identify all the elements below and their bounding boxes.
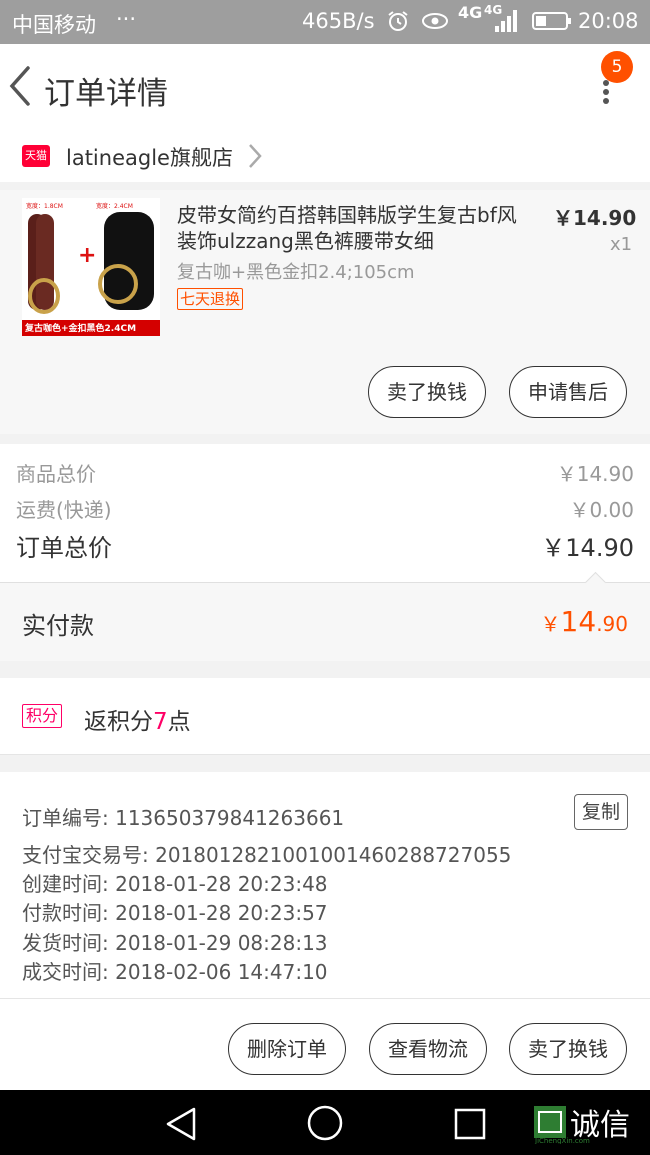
- store-row[interactable]: 天猫 latineagle旗舰店: [0, 130, 650, 182]
- paid-integer: 14: [560, 605, 597, 638]
- nav-back-icon[interactable]: [164, 1106, 198, 1146]
- svg-text:+: +: [78, 243, 96, 268]
- sell-for-cash-button[interactable]: 卖了换钱: [368, 366, 486, 418]
- network-speed: 465B/s: [302, 9, 375, 33]
- info-label: 订单编号:: [22, 806, 109, 830]
- alarm-icon: [386, 9, 410, 38]
- nav-home-icon[interactable]: [306, 1104, 344, 1146]
- product-title[interactable]: 皮带女简约百搭韩国韩版学生复古bf风装饰ulzzang黑色裤腰带女细: [177, 202, 532, 254]
- alipay-trade-row: 支付宝交易号: 2018012821001001460288727055: [22, 839, 511, 868]
- product-price: ￥14.90: [553, 206, 637, 230]
- copy-button[interactable]: 复制: [574, 794, 628, 830]
- store-name[interactable]: latineagle旗舰店: [66, 142, 233, 172]
- shipped-time-row: 发货时间: 2018-01-29 08:28:13: [22, 927, 328, 956]
- product-thumbnail[interactable]: 宽度：1.8CM 宽度：2.4CM + 复古咖色+金扣黑色2.4CM: [22, 198, 160, 336]
- status-more-icon: ···: [116, 7, 137, 31]
- info-value: 2018-01-28 20:23:48: [115, 872, 328, 896]
- nav-recent-icon[interactable]: [454, 1108, 486, 1144]
- paid-label: 实付款: [22, 612, 94, 640]
- signal-icon: [494, 10, 518, 37]
- sell-for-cash-button[interactable]: 卖了换钱: [509, 1023, 627, 1075]
- svg-text:JiChengXin.com: JiChengXin.com: [534, 1137, 590, 1144]
- order-total-value: ￥14.90: [541, 534, 634, 562]
- info-value: 2018-02-06 14:47:10: [115, 960, 328, 984]
- order-info: 订单编号: 113650379841263661 复制 支付宝交易号: 2018…: [0, 772, 650, 998]
- paid-amount-row: 实付款 ￥14.90: [0, 571, 650, 661]
- shipping-value: ￥0.00: [569, 498, 634, 522]
- product-card[interactable]: 宽度：1.8CM 宽度：2.4CM + 复古咖色+金扣黑色2.4CM 皮带女简约…: [0, 190, 650, 434]
- created-time-row: 创建时间: 2018-01-28 20:23:48: [22, 868, 328, 897]
- product-sku: 复古咖+黑色金扣2.4;105cm: [177, 262, 415, 283]
- goods-total-label: 商品总价: [16, 462, 96, 486]
- return-policy-tag: 七天退换: [177, 288, 244, 310]
- eye-comfort-icon: [420, 8, 450, 37]
- order-total-label: 订单总价: [16, 534, 112, 562]
- paid-time-row: 付款时间: 2018-01-28 20:23:57: [22, 897, 328, 926]
- points-row: 积分 返积分7点: [0, 678, 650, 755]
- clock: 20:08: [578, 9, 639, 33]
- points-suffix: 点: [167, 709, 191, 735]
- notification-badge: 5: [601, 51, 633, 83]
- carrier-name: 中国移动: [12, 13, 96, 37]
- paid-decimal: .90: [596, 612, 628, 636]
- price-summary: 商品总价 ￥14.90 运费(快递) ￥0.00 订单总价 ￥14.90: [0, 444, 650, 582]
- app-header: 订单详情 5: [0, 44, 650, 130]
- view-logistics-button[interactable]: 查看物流: [369, 1023, 487, 1075]
- watermark-logo: 诚信 JiChengXin.com: [533, 1104, 650, 1145]
- paid-currency: ￥: [540, 612, 561, 636]
- page-title: 订单详情: [44, 76, 168, 112]
- info-label: 创建时间:: [22, 872, 109, 896]
- points-text: 返积分7点: [84, 702, 191, 736]
- points-value: 7: [153, 709, 168, 735]
- info-label: 成交时间:: [22, 960, 109, 984]
- shipping-label: 运费(快递): [16, 498, 112, 522]
- paid-amount: ￥14.90: [541, 605, 628, 638]
- system-nav-bar: 诚信 JiChengXin.com: [0, 1090, 650, 1155]
- product-quantity: x1: [610, 234, 633, 255]
- chevron-right-icon: [246, 142, 264, 174]
- after-sale-button[interactable]: 申请售后: [509, 366, 627, 418]
- back-arrow-icon[interactable]: [6, 64, 34, 112]
- action-bar: 删除订单 查看物流 卖了换钱: [0, 998, 650, 1091]
- status-bar: 中国移动 ··· 465B/s 4G 4G 20:08: [0, 0, 650, 44]
- network-type-1: 4G: [458, 3, 483, 22]
- info-value: 2018-01-28 20:23:57: [115, 901, 328, 925]
- info-label: 发货时间:: [22, 931, 109, 955]
- info-value: 113650379841263661: [115, 806, 345, 830]
- tmall-logo-icon: 天猫: [22, 145, 50, 167]
- info-value: 2018-01-29 08:28:13: [115, 931, 328, 955]
- completed-time-row: 成交时间: 2018-02-06 14:47:10: [22, 956, 328, 985]
- svg-text:宽度：2.4CM: 宽度：2.4CM: [96, 202, 133, 210]
- order-number-row: 订单编号: 113650379841263661: [22, 802, 344, 831]
- svg-text:宽度：1.8CM: 宽度：1.8CM: [26, 202, 63, 210]
- delete-order-button[interactable]: 删除订单: [228, 1023, 346, 1075]
- svg-text:复古咖色+金扣黑色2.4CM: 复古咖色+金扣黑色2.4CM: [24, 322, 136, 334]
- goods-total-value: ￥14.90: [556, 462, 634, 486]
- info-value: 2018012821001001460288727055: [155, 843, 512, 867]
- points-prefix: 返积分: [84, 709, 153, 735]
- points-tag: 积分: [22, 704, 63, 728]
- battery-icon: [532, 11, 572, 36]
- info-label: 支付宝交易号:: [22, 843, 149, 867]
- info-label: 付款时间:: [22, 901, 109, 925]
